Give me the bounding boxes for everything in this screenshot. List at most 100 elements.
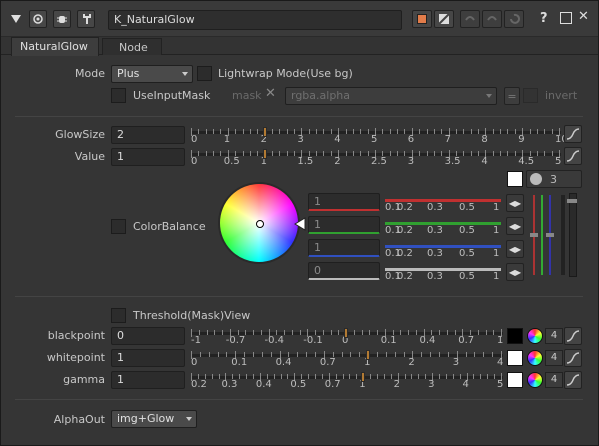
slider-tick bbox=[463, 151, 465, 156]
whitepoint-colorwheel-icon[interactable] bbox=[527, 350, 543, 366]
slider-tick-label: 2 bbox=[334, 156, 341, 167]
colorbalance-alpha-step-button[interactable]: ◀▶ bbox=[506, 263, 524, 281]
slider-tick bbox=[408, 330, 409, 335]
float-window-icon[interactable] bbox=[560, 12, 572, 24]
value-slider[interactable]: 0 0.5 1 1.5 2 2.5 3 3.5 4 4.5 5 bbox=[191, 148, 561, 167]
colorbalance-green-input[interactable]: 1 bbox=[308, 216, 380, 234]
colorbalance-vertical-sliders[interactable] bbox=[530, 193, 581, 279]
slider-tick-label: 0.4 bbox=[275, 357, 292, 368]
question-icon[interactable]: ? bbox=[540, 11, 552, 27]
slider-tick-label: 0.2 bbox=[397, 271, 413, 282]
slider-knob[interactable] bbox=[366, 350, 371, 360]
gamma-input[interactable]: 1 bbox=[111, 371, 185, 389]
blackpoint-slider[interactable]: -1 -0.7 -0.4 -0.1 0 0.1 0.4 0.7 1 bbox=[191, 327, 503, 346]
lightwrap-checkbox[interactable] bbox=[197, 66, 212, 81]
blackpoint-animation-button[interactable] bbox=[564, 327, 582, 345]
slider-tick bbox=[394, 352, 396, 357]
vslider-gray[interactable] bbox=[561, 195, 565, 275]
colorbalance-alpha-slider[interactable]: 0.1 0.2 0.3 0.5 1 bbox=[385, 262, 501, 282]
alphaout-dropdown[interactable]: img+Glow bbox=[111, 410, 197, 428]
whitepoint-swatch[interactable] bbox=[507, 350, 523, 366]
slider-tick-label: 0.5 bbox=[459, 271, 475, 282]
colorbalance-red-step-button[interactable]: ◀▶ bbox=[506, 194, 524, 212]
node-view-button[interactable] bbox=[29, 10, 47, 28]
threshold-checkbox[interactable] bbox=[111, 308, 126, 323]
gamma-swatch[interactable] bbox=[507, 372, 523, 388]
slider-tick-label: -0.7 bbox=[225, 335, 246, 346]
colorbalance-blue-slider[interactable]: 0.1 0.2 0.3 0.5 1 bbox=[385, 239, 501, 259]
gamma-colorwheel-icon[interactable] bbox=[527, 372, 543, 388]
mask-channel-dropdown[interactable]: rgba.alpha bbox=[285, 87, 497, 105]
slider-tick-label: 0.7 bbox=[319, 357, 336, 368]
slider-tick-label: 3 bbox=[297, 134, 304, 145]
slider-tick-label: 3.5 bbox=[444, 156, 461, 167]
vslider-knob[interactable] bbox=[530, 233, 538, 237]
mode-dropdown[interactable]: Plus bbox=[111, 65, 193, 83]
glowsize-input[interactable]: 2 bbox=[111, 126, 185, 144]
node-color-button[interactable] bbox=[412, 10, 432, 28]
revert-button[interactable] bbox=[504, 10, 524, 28]
blackpoint-colorwheel-icon[interactable] bbox=[527, 328, 543, 344]
colorbalance-alpha-input[interactable]: 0 bbox=[308, 262, 380, 280]
node-name-input[interactable]: K_NaturalGlow bbox=[108, 10, 402, 30]
colorbalance-red-slider[interactable]: 0.1 0.2 0.3 0.5 1 bbox=[385, 193, 501, 213]
slider-track[interactable] bbox=[191, 376, 503, 379]
useinputmask-checkbox[interactable] bbox=[111, 88, 126, 103]
whitepoint-slider[interactable]: 0 0.1 0.4 0.7 1 2 3 4 bbox=[191, 349, 503, 368]
colorbalance-picker-button[interactable]: 3 bbox=[526, 170, 582, 188]
slider-tick bbox=[478, 129, 480, 134]
slider-knob[interactable] bbox=[344, 328, 348, 338]
vslider-green[interactable] bbox=[541, 195, 543, 275]
colorbalance-green-step-button[interactable]: ◀▶ bbox=[506, 217, 524, 235]
settings-button[interactable] bbox=[77, 10, 95, 28]
mask-eq-button[interactable]: = bbox=[504, 87, 520, 105]
value-input[interactable]: 1 bbox=[111, 148, 185, 166]
slider-tick-label: 1 bbox=[223, 134, 231, 145]
slider-knob[interactable] bbox=[262, 149, 267, 159]
whitepoint-input[interactable]: 1 bbox=[111, 349, 185, 367]
colorbalance-red-input[interactable]: 1 bbox=[308, 193, 380, 211]
slider-tick bbox=[338, 330, 340, 335]
blackpoint-count[interactable]: 4 bbox=[545, 328, 563, 344]
colorbalance-blue-step-button[interactable]: ◀▶ bbox=[506, 240, 524, 258]
tab-naturalglow[interactable]: NaturalGlow bbox=[11, 37, 99, 56]
slider-tick bbox=[306, 352, 308, 357]
gamma-count[interactable]: 4 bbox=[545, 372, 563, 388]
node-float-button[interactable] bbox=[53, 10, 71, 28]
slider-tick bbox=[350, 352, 352, 357]
slider-tick bbox=[359, 352, 361, 357]
vslider-knob[interactable] bbox=[546, 233, 554, 237]
slider-tick-label: 0.5 bbox=[459, 225, 475, 236]
glowsize-slider[interactable]: 0 1 2 3 4 5 6 7 8 9 10 bbox=[191, 126, 568, 145]
tab-node[interactable]: Node bbox=[102, 38, 162, 55]
colorbalance-green-slider[interactable]: 0.1 0.2 0.3 0.5 1 bbox=[385, 216, 501, 236]
whitepoint-animation-button[interactable] bbox=[564, 349, 582, 367]
colorbalance-checkbox[interactable] bbox=[111, 219, 126, 234]
mode-value: Plus bbox=[117, 67, 140, 80]
close-icon[interactable]: ✕ bbox=[578, 9, 592, 25]
vslider-knob[interactable] bbox=[567, 199, 577, 203]
invert-checkbox[interactable] bbox=[523, 88, 538, 103]
value-animation-button[interactable] bbox=[564, 147, 582, 165]
slider-tick bbox=[352, 151, 354, 156]
blackpoint-swatch[interactable] bbox=[507, 328, 523, 344]
color-wheel[interactable] bbox=[218, 182, 300, 264]
gamma-animation-button[interactable] bbox=[564, 371, 582, 389]
slider-tick bbox=[214, 330, 216, 335]
collapse-arrow-button[interactable] bbox=[7, 10, 25, 28]
color-wheel-cursor[interactable] bbox=[256, 220, 264, 228]
gamma-slider[interactable]: 0.2 0.3 0.4 0.5 0.7 1 2 3 4 5 bbox=[191, 371, 503, 390]
glowsize-animation-button[interactable] bbox=[564, 125, 582, 143]
vslider-handle[interactable] bbox=[569, 193, 577, 277]
slider-tick bbox=[492, 129, 494, 134]
whitepoint-count[interactable]: 4 bbox=[545, 350, 563, 366]
redo-button[interactable] bbox=[482, 10, 502, 28]
blackpoint-input[interactable]: 0 bbox=[111, 327, 185, 345]
slider-knob[interactable] bbox=[361, 372, 366, 382]
slider-tick bbox=[370, 374, 372, 379]
colorbalance-swatch-white[interactable] bbox=[507, 171, 523, 187]
node-color-reset-button[interactable] bbox=[434, 10, 454, 28]
colorbalance-blue-input[interactable]: 1 bbox=[308, 239, 380, 257]
slider-knob[interactable] bbox=[262, 127, 267, 137]
undo-button[interactable] bbox=[460, 10, 480, 28]
